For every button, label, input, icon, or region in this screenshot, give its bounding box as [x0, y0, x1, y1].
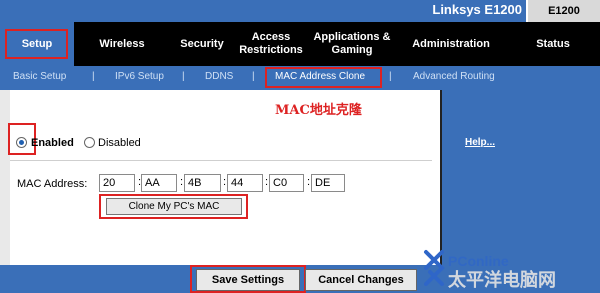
tab-apps-line2: Gaming: [331, 44, 373, 56]
tab-applications-gaming-label: Applications & Gaming: [313, 31, 390, 57]
mac-octet-6-input[interactable]: DE: [311, 174, 345, 192]
subnav-separator: |: [252, 71, 255, 82]
content-left-gutter: [0, 90, 10, 265]
main-nav: Setup Wireless Security Access Restricti…: [0, 22, 600, 66]
watermark-cn-text: 太平洋电脑网: [448, 269, 556, 290]
mac-address-label: MAC Address:: [17, 178, 88, 190]
tab-wireless-label: Wireless: [99, 37, 145, 50]
brand-bar: Linksys E1200 E1200: [0, 0, 600, 22]
subnav-separator: |: [92, 71, 95, 82]
tab-status-label: Status: [536, 37, 570, 50]
tab-security-label: Security: [180, 37, 224, 50]
tab-wireless[interactable]: Wireless: [74, 22, 170, 66]
tab-apps-line1: Applications &: [313, 31, 391, 43]
subtab-basic-setup[interactable]: Basic Setup: [13, 71, 66, 82]
help-panel: [440, 90, 600, 265]
subtab-ipv6-setup[interactable]: IPv6 Setup: [115, 71, 164, 82]
tab-security[interactable]: Security: [170, 22, 234, 66]
disabled-label: Disabled: [98, 137, 141, 149]
mac-colon: :: [307, 176, 311, 188]
mac-clone-highlight-box: [265, 67, 382, 88]
subtab-advanced-routing[interactable]: Advanced Routing: [413, 71, 495, 82]
subnav-separator: |: [182, 71, 185, 82]
router-model-box: E1200: [526, 0, 600, 22]
mac-octet-1-input[interactable]: 20: [99, 174, 135, 192]
disabled-radio[interactable]: [84, 137, 95, 148]
mac-colon: :: [265, 176, 269, 188]
subnav-separator: |: [389, 71, 392, 82]
section-divider: [10, 160, 432, 161]
pconline-watermark: PConline 太平洋电脑网: [424, 250, 556, 290]
pconline-logo-icon: [424, 250, 445, 286]
help-link[interactable]: Help...: [465, 137, 495, 148]
cancel-changes-button[interactable]: Cancel Changes: [305, 269, 417, 291]
mac-colon: :: [180, 176, 184, 188]
mac-octet-5-input[interactable]: C0: [269, 174, 304, 192]
tab-status[interactable]: Status: [506, 22, 600, 66]
router-model-title: Linksys E1200: [432, 2, 522, 17]
mac-octet-4-input[interactable]: 44: [227, 174, 263, 192]
mac-colon: :: [223, 176, 227, 188]
save-highlight-box: [190, 265, 306, 293]
tab-access-restrictions[interactable]: Access Restrictions: [234, 22, 308, 66]
setup-highlight-box: [5, 29, 68, 59]
tab-access-line2: Restrictions: [239, 44, 303, 56]
mac-octet-2-input[interactable]: AA: [141, 174, 177, 192]
tab-applications-gaming[interactable]: Applications & Gaming: [308, 22, 396, 66]
watermark-brand: PConline: [448, 253, 509, 269]
tab-administration[interactable]: Administration: [396, 22, 506, 66]
tab-access-restrictions-label: Access Restrictions: [239, 31, 303, 57]
clone-button-highlight-box: [99, 194, 248, 219]
tab-administration-label: Administration: [412, 37, 490, 50]
mac-octet-3-input[interactable]: 4B: [184, 174, 221, 192]
subtab-ddns[interactable]: DDNS: [205, 71, 233, 82]
enabled-label: Enabled: [31, 137, 74, 149]
page-caption: MAC地址克隆: [275, 103, 362, 118]
tab-access-line1: Access: [251, 31, 291, 43]
